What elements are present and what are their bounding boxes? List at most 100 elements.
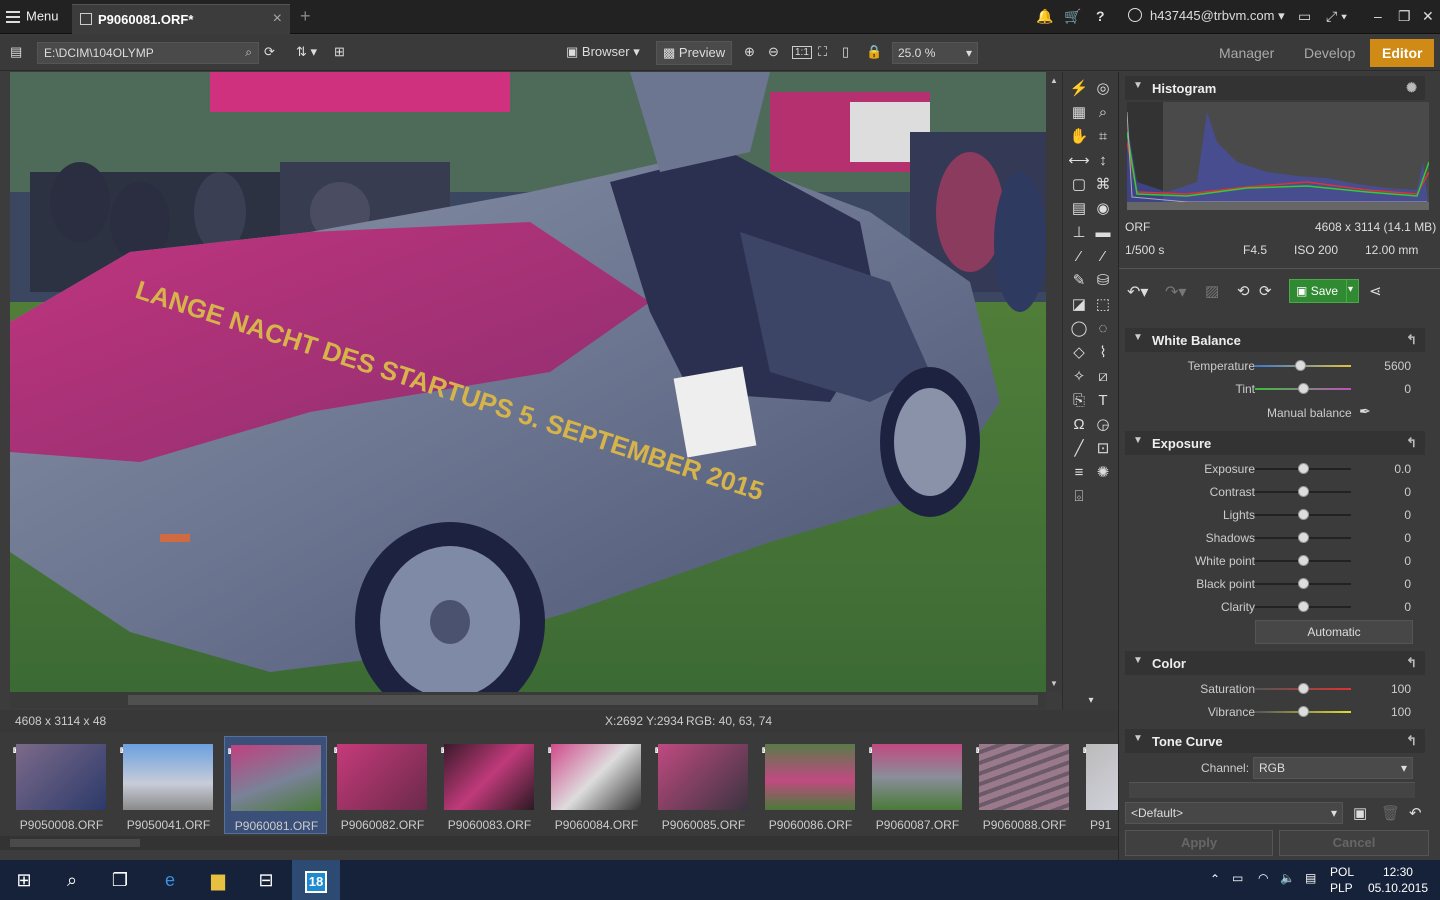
user-account[interactable]: h437445@trbvm.com ▾ <box>1128 8 1285 24</box>
tone-curve-graph[interactable] <box>1129 782 1415 798</box>
grid-icon[interactable]: ▦ <box>1068 102 1090 124</box>
rotate-right-icon[interactable]: ⟳ <box>1259 282 1272 300</box>
slider-knob[interactable] <box>1298 578 1309 589</box>
slider-value[interactable]: 100 <box>1391 682 1411 696</box>
chevron-down-icon[interactable]: ▾ <box>1346 280 1358 302</box>
mode-editor[interactable]: Editor <box>1370 39 1435 67</box>
dropper-icon[interactable]: ⁄ <box>1092 246 1114 268</box>
temperature-slider[interactable]: Temperature 5600 <box>1125 355 1425 377</box>
saturation-slider[interactable]: Saturation 100 <box>1125 678 1425 700</box>
automatic-button[interactable]: Automatic <box>1255 620 1413 644</box>
thumbnail[interactable]: ◙ⓘP9060086.ORF <box>759 736 862 834</box>
thumbnail[interactable]: ◙ⓘP9050041.ORF <box>117 736 220 834</box>
redo-icon[interactable]: ↷▾ <box>1165 282 1186 302</box>
noise-icon[interactable]: ≡ <box>1068 462 1090 484</box>
edge-button[interactable]: e <box>146 860 194 900</box>
apply-button[interactable]: Apply <box>1125 830 1273 856</box>
clarity-slider[interactable]: Clarity 0 <box>1125 596 1425 618</box>
new-folder-icon[interactable]: ⊞ <box>334 44 345 60</box>
line-icon[interactable]: ╱ <box>1068 438 1090 460</box>
language-indicator[interactable]: POL PLP <box>1330 864 1354 896</box>
preset-select[interactable]: <Default> ▾ <box>1125 802 1343 824</box>
delete-preset-icon[interactable]: 🗑 <box>1381 804 1400 822</box>
channel-select[interactable]: RGB ▾ <box>1253 757 1413 779</box>
zoom-in-icon[interactable]: ⊕ <box>744 44 755 60</box>
thumbnail[interactable]: ◙ⓘP9060085.ORF <box>652 736 755 834</box>
undo-icon[interactable]: ↶▾ <box>1127 282 1148 302</box>
chevron-up-icon[interactable]: ⌃ <box>1210 872 1220 886</box>
new-tab-button[interactable]: + <box>300 6 311 27</box>
revert-icon[interactable]: ↶ <box>1409 804 1422 822</box>
filmstrip-scrollbar[interactable] <box>0 836 1118 850</box>
reset-icon[interactable]: ↰ <box>1406 435 1417 451</box>
thumbnail-selected[interactable]: ◙ⓘP9060081.ORF <box>224 736 327 834</box>
folder-up-icon[interactable]: ▤ <box>10 44 22 60</box>
thumbnail[interactable]: ◙ⓘP9050008.ORF <box>10 736 113 834</box>
slider-knob[interactable] <box>1298 509 1309 520</box>
lasso-icon[interactable]: ◌ <box>1092 318 1114 340</box>
chevron-down-icon[interactable]: ▾ <box>1080 690 1102 712</box>
slider-knob[interactable] <box>1298 683 1309 694</box>
slider-value[interactable]: 0 <box>1404 531 1411 545</box>
slider-value[interactable]: 0.0 <box>1394 462 1411 476</box>
white-point-slider[interactable]: White point 0 <box>1125 550 1425 572</box>
thumbnail[interactable]: ◙ⓘP9060082.ORF <box>331 736 434 834</box>
mode-manager[interactable]: Manager <box>1207 39 1286 67</box>
close-tab-icon[interactable]: × <box>273 10 282 28</box>
stamp-icon[interactable]: ⊥ <box>1068 222 1090 244</box>
slider-value[interactable]: 0 <box>1404 577 1411 591</box>
magic-wand-icon[interactable]: ⁄ <box>1068 246 1090 268</box>
mode-develop[interactable]: Develop <box>1292 39 1367 67</box>
shape-icon[interactable]: ◶ <box>1092 414 1114 436</box>
notification-icon[interactable]: ▤ <box>1305 871 1316 885</box>
save-preset-icon[interactable]: ▣ <box>1353 804 1367 822</box>
scroll-down-icon[interactable]: ▼ <box>1050 679 1058 688</box>
text-icon[interactable]: T <box>1092 390 1114 412</box>
vibrance-slider[interactable]: Vibrance 100 <box>1125 701 1425 723</box>
actual-size-icon[interactable]: 1:1 <box>792 46 812 59</box>
color-header[interactable]: ▼ Color ↰ <box>1125 651 1425 675</box>
shadows-slider[interactable]: Shadows 0 <box>1125 527 1425 549</box>
transform-icon[interactable]: ▢ <box>1068 174 1090 196</box>
slider-knob[interactable] <box>1298 601 1309 612</box>
histogram-header[interactable]: ▼ Histogram ✺ <box>1125 76 1425 100</box>
expand-icon[interactable]: ⤢ ▾ <box>1326 8 1347 25</box>
wand-select-icon[interactable]: ✧ <box>1068 366 1090 388</box>
magnetic-lasso-icon[interactable]: ⌇ <box>1092 342 1114 364</box>
contrast-slider[interactable]: Contrast 0 <box>1125 481 1425 503</box>
gradient-icon[interactable]: ▤ <box>1068 198 1090 220</box>
tone-curve-header[interactable]: ▼ Tone Curve ↰ <box>1125 729 1425 753</box>
search-button[interactable]: ⌕ <box>48 860 96 900</box>
straighten-icon[interactable]: ⟷ <box>1068 150 1090 172</box>
close-icon[interactable]: ✕ <box>1422 8 1434 25</box>
eraser-icon[interactable]: ▬ <box>1092 222 1114 244</box>
thumbnail[interactable]: ◙ⓘP9060084.ORF <box>545 736 648 834</box>
rect-select-icon[interactable]: ⬚ <box>1092 294 1114 316</box>
browser-button[interactable]: ▣ Browser ▾ <box>566 44 640 60</box>
path-input[interactable]: E:\DCIM\104OLYMP ⌕ <box>37 42 259 64</box>
lock-icon[interactable]: 🔒 <box>866 44 882 60</box>
red-eye-icon[interactable]: ◉ <box>1092 198 1114 220</box>
store-button[interactable]: ⊟ <box>242 860 290 900</box>
brush-select-icon[interactable]: ⧄ <box>1092 366 1114 388</box>
histogram-settings-icon[interactable]: ✺ <box>1406 80 1417 96</box>
cancel-button[interactable]: Cancel <box>1279 830 1429 856</box>
tint-slider[interactable]: Tint 0 <box>1125 378 1425 400</box>
share-icon[interactable]: ⋖ <box>1369 282 1382 300</box>
frame-icon[interactable]: ⊡ <box>1092 438 1114 460</box>
volume-icon[interactable]: 🔈 <box>1280 871 1295 885</box>
exposure-slider[interactable]: Exposure 0.0 <box>1125 458 1425 480</box>
slider-value[interactable]: 0 <box>1404 600 1411 614</box>
lights-slider[interactable]: Lights 0 <box>1125 504 1425 526</box>
document-tab[interactable]: P9060081.ORF* × <box>72 4 290 34</box>
thumbnail[interactable]: ◙ⓘP91 <box>1080 736 1118 834</box>
reset-icon[interactable]: ↰ <box>1406 655 1417 671</box>
eyedropper-icon[interactable]: ✒ <box>1359 403 1371 420</box>
slider-knob[interactable] <box>1298 532 1309 543</box>
start-button[interactable]: ⊞ <box>0 860 48 900</box>
preview-button[interactable]: ▩ Preview <box>656 41 733 65</box>
menu-button[interactable]: Menu <box>6 8 59 26</box>
slider-value[interactable]: 5600 <box>1384 359 1411 373</box>
slider-knob[interactable] <box>1298 555 1309 566</box>
slider-value[interactable]: 0 <box>1404 554 1411 568</box>
